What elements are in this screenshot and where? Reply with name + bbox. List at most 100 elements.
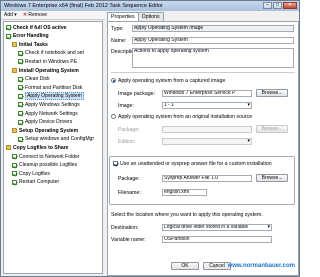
tree-item[interactable]: Setup windows and ConfigMgr bbox=[18, 136, 94, 143]
folder-icon bbox=[12, 42, 17, 48]
tree-item-label: Check if notebook and set bbox=[25, 50, 84, 57]
name-input[interactable]: Apply Operating System bbox=[132, 37, 294, 44]
captured-image-radio[interactable] bbox=[111, 78, 116, 83]
window-controls: – □ ✕ bbox=[263, 2, 297, 9]
ok-button[interactable]: OK bbox=[171, 262, 199, 270]
tree-item[interactable]: Install Operating System bbox=[12, 67, 79, 74]
tree-item[interactable]: Restart in Windows PE bbox=[18, 58, 77, 65]
tree-item[interactable]: Initial Tasks bbox=[12, 41, 48, 48]
description-input[interactable]: Actions to apply operating system bbox=[132, 48, 294, 68]
minimize-button[interactable]: – bbox=[263, 2, 272, 9]
package-label: Package: bbox=[118, 127, 140, 133]
tree-item-label: Format and Partition Disk bbox=[25, 84, 83, 91]
check-icon bbox=[18, 59, 23, 65]
tree-item[interactable]: Format and Partition Disk bbox=[18, 84, 82, 91]
task-sequence-editor-window: Windows 7 Enterprise x64 (final) Feb 201… bbox=[0, 0, 300, 277]
tree-item[interactable]: Clean Disk bbox=[18, 76, 50, 83]
image-package-field: Windows 7 Enterprise Service P bbox=[162, 90, 252, 97]
tree-item-label: Apply Device Drivers bbox=[25, 119, 73, 126]
watermark: www.normanbauer.com bbox=[227, 263, 295, 269]
image-select[interactable]: 1 - 1 bbox=[162, 102, 252, 109]
check-icon bbox=[18, 85, 23, 91]
check-icon bbox=[6, 25, 11, 30]
tab-options[interactable]: Options bbox=[137, 12, 164, 21]
tree-item-label: Clean Disk bbox=[25, 76, 50, 83]
tree-item[interactable]: Restart Computer bbox=[12, 179, 59, 186]
sysprep-checkbox-label: Use an unattended or sysprep answer file… bbox=[120, 161, 272, 167]
destination-label: Destination: bbox=[111, 225, 139, 231]
sysprep-checkbox[interactable] bbox=[113, 161, 118, 166]
image-package-browse-button[interactable]: Browse... bbox=[256, 89, 288, 97]
tree-item[interactable]: Copy Logfiles bbox=[12, 170, 50, 177]
maximize-button[interactable]: □ bbox=[273, 2, 282, 9]
tab-strip: Properties Options bbox=[107, 12, 164, 22]
tree-item-label: Initial Tasks bbox=[19, 41, 48, 48]
original-source-radio-label: Apply operating system from an original … bbox=[118, 114, 253, 120]
check-icon bbox=[12, 154, 17, 159]
tree-item-label: Restart Computer bbox=[19, 179, 60, 186]
tree-item-label: Restart in Windows PE bbox=[25, 58, 78, 65]
close-button[interactable]: ✕ bbox=[283, 2, 297, 9]
check-icon bbox=[18, 50, 23, 56]
original-source-radio[interactable] bbox=[111, 114, 116, 119]
package-browse-button[interactable]: Browse... bbox=[256, 125, 288, 133]
tree-item[interactable]: Apply Windows Settings bbox=[18, 101, 80, 108]
title-bar[interactable]: Windows 7 Enterprise x64 (final) Feb 201… bbox=[1, 1, 299, 11]
image-package-label: Image package: bbox=[118, 91, 155, 97]
filename-input[interactable]: english.xml bbox=[162, 189, 207, 196]
check-icon bbox=[18, 93, 23, 99]
name-label: Name: bbox=[111, 38, 127, 44]
destination-select[interactable]: Logical drive letter stored in a variabl… bbox=[162, 224, 272, 231]
tree-item-label: Error Handling bbox=[13, 33, 49, 40]
tree-item-label: Apply Operating System bbox=[25, 92, 84, 101]
add-menu-button[interactable]: Add ▾ bbox=[4, 12, 17, 18]
variable-name-label: Variable name: bbox=[111, 237, 146, 243]
remove-label: Remove bbox=[28, 12, 48, 18]
tree-item-label: Copy Logfiles to Share bbox=[13, 144, 69, 151]
tree-item[interactable]: Check if notebook and set bbox=[18, 50, 84, 57]
edition-select[interactable] bbox=[162, 138, 252, 145]
remove-x-icon: ✕ bbox=[22, 12, 28, 18]
sysprep-package-label: Package: bbox=[118, 176, 140, 182]
folder-icon bbox=[12, 68, 17, 73]
tree-item[interactable]: Copy Logfiles to Share bbox=[6, 144, 68, 151]
task-sequence-tree[interactable]: Check if full OS active Error Handling Ini… bbox=[3, 21, 103, 274]
remove-button[interactable]: ✕ Remove bbox=[23, 12, 47, 18]
check-icon bbox=[18, 102, 23, 108]
check-icon bbox=[18, 119, 23, 125]
tree-item-label: Copy Logfiles bbox=[19, 170, 50, 177]
add-label: Add bbox=[4, 12, 13, 18]
tree-item[interactable]: Check if full OS active bbox=[6, 24, 67, 31]
tree-item-label: Cleanup possible Logfiles bbox=[19, 162, 78, 169]
variable-name-input[interactable]: OSPartition bbox=[162, 236, 272, 243]
check-icon bbox=[6, 33, 11, 39]
tree-item-label: Connect to Network Folder bbox=[19, 153, 80, 160]
tree-item[interactable]: Apply Network Settings bbox=[18, 110, 78, 117]
package-field bbox=[162, 126, 252, 133]
destination-prompt: Select the location where you want to ap… bbox=[111, 212, 263, 218]
window-title: Windows 7 Enterprise x64 (final) Feb 201… bbox=[4, 3, 163, 9]
filename-label: Filename: bbox=[118, 190, 141, 196]
divider bbox=[111, 72, 295, 73]
tree-item[interactable]: Connect to Network Folder bbox=[12, 153, 80, 160]
folder-icon bbox=[12, 128, 17, 134]
check-icon bbox=[18, 111, 23, 116]
check-icon bbox=[12, 162, 17, 168]
check-icon bbox=[12, 171, 17, 177]
sysprep-browse-button[interactable]: Browse... bbox=[256, 174, 288, 182]
tree-item[interactable]: Error Handling bbox=[6, 33, 49, 40]
tree-item-label: Check if full OS active bbox=[13, 24, 67, 31]
tree-item-label: Setup Operating System bbox=[19, 127, 79, 134]
type-field: Apply Operating System Image bbox=[132, 25, 294, 32]
tree-item[interactable]: Apply Operating System bbox=[18, 92, 84, 101]
sysprep-package-field: Sysprep Answer File 1.0 bbox=[162, 175, 252, 182]
tree-item[interactable]: Cleanup possible Logfiles bbox=[12, 162, 77, 169]
tree-item-label: Setup windows and ConfigMgr bbox=[25, 136, 95, 143]
captured-image-radio-label: Apply operating system from a captured i… bbox=[118, 78, 226, 84]
check-icon bbox=[18, 136, 23, 142]
tree-item[interactable]: Apply Device Drivers bbox=[18, 119, 72, 126]
edition-label: Edition: bbox=[118, 139, 136, 145]
tree-item-label: Apply Network Settings bbox=[25, 110, 78, 117]
check-icon bbox=[12, 179, 17, 185]
tree-item[interactable]: Setup Operating System bbox=[12, 127, 78, 134]
